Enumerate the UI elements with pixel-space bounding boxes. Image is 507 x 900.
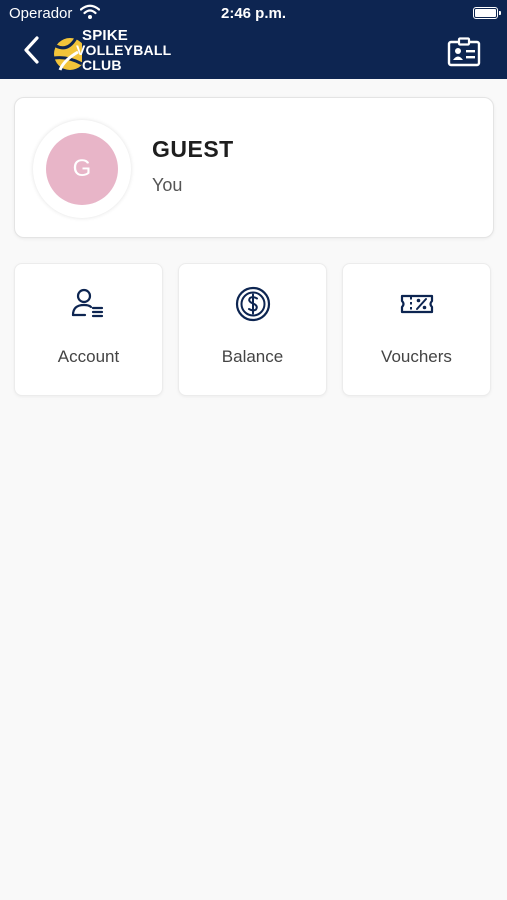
vouchers-tile[interactable]: Vouchers [342,263,491,396]
profile-card: G GUEST You [14,97,494,238]
id-card-button[interactable] [447,37,481,67]
profile-name: GUEST [152,136,234,162]
status-bar: Operador 2:46 p.m. [0,0,507,28]
avatar: G [46,133,118,205]
back-button[interactable] [20,34,44,66]
user-list-icon [71,288,103,318]
profile-role: You [152,175,183,195]
account-label: Account [57,347,120,366]
balance-tile[interactable]: Balance [178,263,327,396]
battery-icon [473,7,501,19]
app-header: Operador 2:46 p.m. SPIKE VOLLEYBALL CLUB [0,0,507,79]
club-logo: SPIKE VOLLEYBALL CLUB [52,28,202,76]
logo-line-3: CLUB [82,57,122,73]
clock: 2:46 p.m. [220,5,287,22]
account-tile[interactable]: Account [14,263,163,396]
logo-line-2: VOLLEYBALL [76,42,172,58]
dollar-coin-icon [235,286,270,322]
logo-line-1: SPIKE [82,27,129,44]
balance-label: Balance [221,347,284,366]
ticket-percent-icon [400,294,433,314]
vouchers-label: Vouchers [381,347,452,366]
avatar-frame: G [33,120,131,218]
